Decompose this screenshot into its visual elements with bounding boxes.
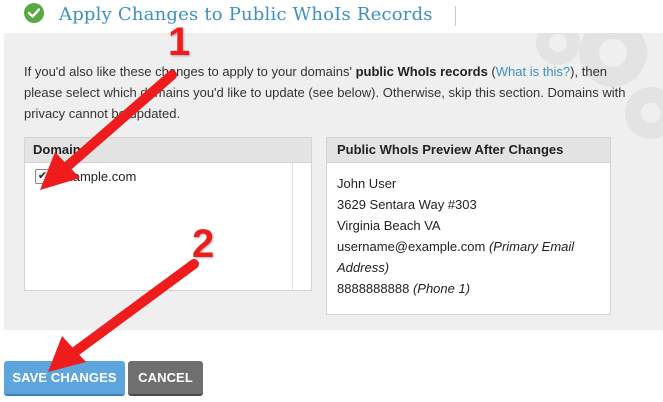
intro-part2: ( xyxy=(487,64,496,79)
annotation-number-2: 2 xyxy=(192,222,215,266)
header-divider xyxy=(455,6,456,26)
preview-email: username@example.com xyxy=(337,239,486,254)
domain-name: example.com xyxy=(59,168,137,184)
whois-preview: Public WhoIs Preview After Changes John … xyxy=(326,137,611,315)
domain-checkbox[interactable]: ✔ xyxy=(35,168,50,184)
preview-phone: 8888888888 xyxy=(337,281,410,296)
preview-phone-line: 8888888888 (Phone 1) xyxy=(337,278,610,299)
what-is-this-link[interactable]: What is this? xyxy=(496,64,570,79)
preview-name: John User xyxy=(337,176,397,191)
preview-street: 3629 Sentara Way #303 xyxy=(337,197,477,212)
section-title: Apply Changes to Public WhoIs Records xyxy=(59,4,433,25)
section-header: Apply Changes to Public WhoIs Records xyxy=(0,0,663,33)
preview-city: Virginia Beach VA xyxy=(337,218,441,233)
intro-text: If you'd also like these changes to appl… xyxy=(24,61,634,124)
preview-email-line: username@example.com (Primary Email Addr… xyxy=(337,236,610,278)
domain-list: Domain ✔ example.com xyxy=(24,137,312,291)
check-circle-icon xyxy=(24,3,44,23)
annotation-number-1: 1 xyxy=(168,20,191,64)
whois-panel: If you'd also like these changes to appl… xyxy=(4,33,663,330)
intro-part1: If you'd also like these changes to appl… xyxy=(24,64,356,79)
save-changes-button[interactable]: SAVE CHANGES xyxy=(4,361,125,396)
preview-phone-note: (Phone 1) xyxy=(412,281,471,296)
domain-row[interactable]: ✔ example.com xyxy=(25,165,291,187)
preview-header: Public WhoIs Preview After Changes xyxy=(327,138,610,163)
intro-bold: public WhoIs records xyxy=(355,64,488,79)
domain-column-header: Domain xyxy=(25,138,311,163)
domain-list-scrollbar[interactable] xyxy=(292,163,311,290)
preview-body: John User 3629 Sentara Way #303 Virginia… xyxy=(327,163,610,299)
cancel-button[interactable]: CANCEL xyxy=(128,361,203,396)
